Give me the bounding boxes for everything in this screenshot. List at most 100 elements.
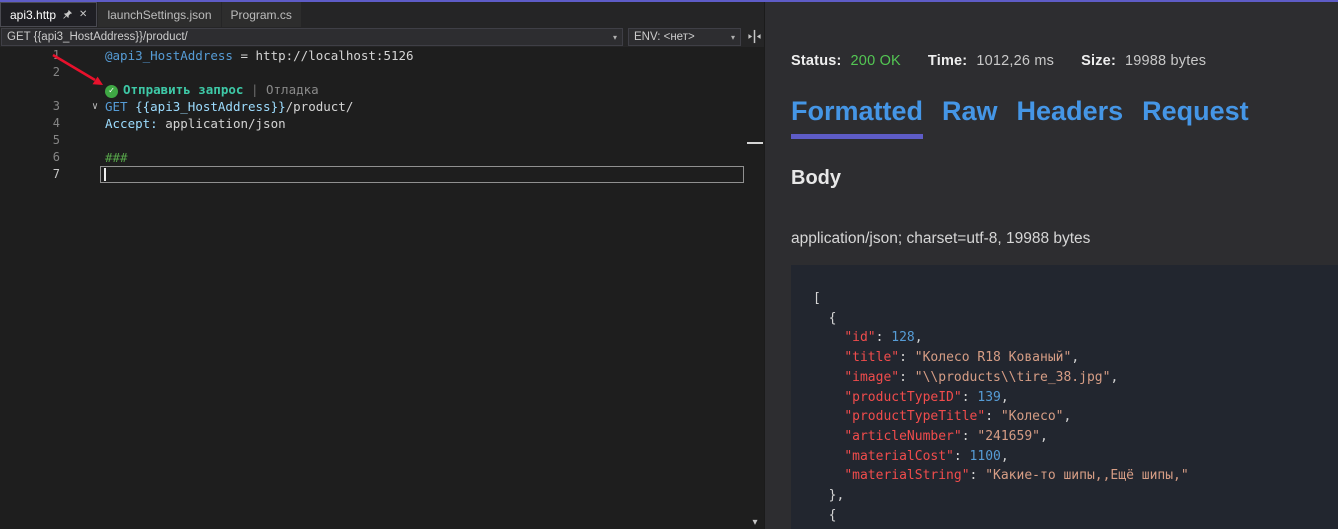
response-tab-request[interactable]: Request <box>1142 96 1249 139</box>
text-caret <box>104 168 106 181</box>
vs-http-client-window: api3.http✕launchSettings.jsonProgram.cs … <box>0 0 1338 529</box>
json-token: : <box>970 468 986 483</box>
json-token: , <box>1001 390 1009 405</box>
json-token: , <box>1071 350 1079 365</box>
line-number <box>0 81 60 98</box>
tab-label: api3.http <box>10 8 56 22</box>
body-heading: Body <box>791 167 841 190</box>
response-body-json[interactable]: [ { "id": 128, "title": "Колесо R18 Кова… <box>791 265 1338 529</box>
env-selector[interactable]: ENV: <нет> ▾ <box>628 28 741 46</box>
size-value: 19988 bytes <box>1125 53 1206 69</box>
json-token: "articleNumber" <box>844 429 961 444</box>
code-text: @api3_HostAddress = http://localhost:512… <box>105 47 414 64</box>
chevron-down-icon: ▾ <box>731 33 735 42</box>
json-line: "materialCost": 1100, <box>813 447 1338 467</box>
code-text: ### <box>105 149 128 166</box>
scrollbar-down-arrow-icon[interactable]: ▾ <box>746 517 764 528</box>
json-line: "title": "Колесо R18 Кованый", <box>813 348 1338 368</box>
editor-line: 2 <box>0 64 746 81</box>
response-status-row: Status: 200 OK Time: 1012,26 ms Size: 19… <box>791 53 1233 69</box>
editor-line: 5 <box>0 132 746 149</box>
tab-label: Program.cs <box>231 8 292 22</box>
close-icon[interactable]: ✕ <box>79 9 87 20</box>
response-tab-raw[interactable]: Raw <box>942 96 998 139</box>
editor-line: 4 Accept: application/json <box>0 115 746 132</box>
code-token: = <box>233 48 256 63</box>
json-token: "Колесо" <box>1001 409 1064 424</box>
document-tabs: api3.http ✕ launchSettings.json Program.cs <box>0 2 764 27</box>
json-token <box>813 449 844 464</box>
tab-api3.http[interactable]: api3.http ✕ <box>0 2 97 27</box>
editor-line: 6 ### <box>0 149 746 166</box>
active-line-box <box>100 166 744 183</box>
editor-line: 3∨GET {{api3_HostAddress}}/product/ <box>0 98 746 115</box>
json-token <box>813 390 844 405</box>
line-number: 2 <box>0 64 60 81</box>
code-token[interactable]: Отладка <box>266 82 319 97</box>
json-token: "title" <box>844 350 899 365</box>
codelens-row: ✓ Отправить запрос | Отладка <box>0 81 746 98</box>
time-label: Time: <box>928 53 967 69</box>
json-token: "Какие-то шипы,,Ещё шипы," <box>985 468 1189 483</box>
json-token: 1100 <box>970 449 1001 464</box>
content-type-line: application/json; charset=utf-8, 19988 b… <box>791 230 1090 248</box>
json-line: }, <box>813 486 1338 506</box>
fold-column <box>60 81 105 98</box>
env-selector-value: ENV: <нет> <box>634 31 695 43</box>
code-token[interactable]: Отправить запрос <box>123 82 243 97</box>
json-token <box>813 468 844 483</box>
json-token: : <box>876 330 892 345</box>
line-number: 1 <box>0 47 60 64</box>
json-token: "id" <box>844 330 875 345</box>
fold-column <box>60 64 105 81</box>
json-token: , <box>1040 429 1048 444</box>
json-token <box>813 409 844 424</box>
json-line: "articleNumber": "241659", <box>813 427 1338 447</box>
editor-line: 1 @api3_HostAddress = http://localhost:51… <box>0 47 746 64</box>
request-selector-value: GET {{api3_HostAddress}}/product/ <box>7 31 188 43</box>
json-token: "productTypeID" <box>844 390 961 405</box>
json-token: : <box>899 350 915 365</box>
response-tab-formatted[interactable]: Formatted <box>791 96 923 139</box>
response-tab-headers[interactable]: Headers <box>1017 96 1124 139</box>
status-value: 200 OK <box>851 53 901 69</box>
code-token: {{api3_HostAddress}} <box>135 99 286 114</box>
json-token: : <box>962 429 978 444</box>
json-line: "productTypeTitle": "Колесо", <box>813 407 1338 427</box>
request-selector[interactable]: GET {{api3_HostAddress}}/product/ ▾ <box>1 28 623 46</box>
tab-Program.cs[interactable]: Program.cs <box>222 2 301 27</box>
json-token: 128 <box>891 330 914 345</box>
editor-scrollbar[interactable]: ▾ <box>746 47 764 529</box>
toggle-pane-icon[interactable] <box>747 29 763 45</box>
fold-column <box>60 47 105 64</box>
json-line: "image": "\\products\\tire_38.jpg", <box>813 368 1338 388</box>
line-number: 4 <box>0 115 60 132</box>
json-token: "image" <box>844 370 899 385</box>
request-toolbar: GET {{api3_HostAddress}}/product/ ▾ ENV:… <box>0 27 764 47</box>
editor-pane: api3.http✕launchSettings.jsonProgram.cs … <box>0 2 764 529</box>
json-line: "materialString": "Какие-то шипы,,Ещё ши… <box>813 466 1338 486</box>
fold-column <box>60 115 105 132</box>
editor-line: 7 <box>0 166 746 183</box>
tab-launchSettings.json[interactable]: launchSettings.json <box>98 2 220 27</box>
status-label: Status: <box>791 53 842 69</box>
code-token: ### <box>105 150 128 165</box>
json-token: "materialCost" <box>844 449 954 464</box>
code-token: Accept: <box>105 116 158 131</box>
json-token: { <box>813 508 836 523</box>
code-token: | <box>243 82 266 97</box>
json-token: : <box>985 409 1001 424</box>
line-number: 6 <box>0 149 60 166</box>
scrollbar-marker <box>747 142 763 144</box>
json-token: "Колесо R18 Кованый" <box>915 350 1072 365</box>
code-token: application/json <box>158 116 286 131</box>
json-token: 139 <box>977 390 1000 405</box>
fold-column <box>60 132 105 149</box>
code-editor[interactable]: 1 @api3_HostAddress = http://localhost:51… <box>0 47 764 529</box>
fold-chevron-icon[interactable]: ∨ <box>60 98 105 115</box>
code-text: ✓ Отправить запрос | Отладка <box>105 81 319 98</box>
pin-icon[interactable] <box>62 9 73 20</box>
json-token: , <box>1063 409 1071 424</box>
send-request-check-icon[interactable]: ✓ <box>105 85 118 98</box>
json-token: "241659" <box>977 429 1040 444</box>
